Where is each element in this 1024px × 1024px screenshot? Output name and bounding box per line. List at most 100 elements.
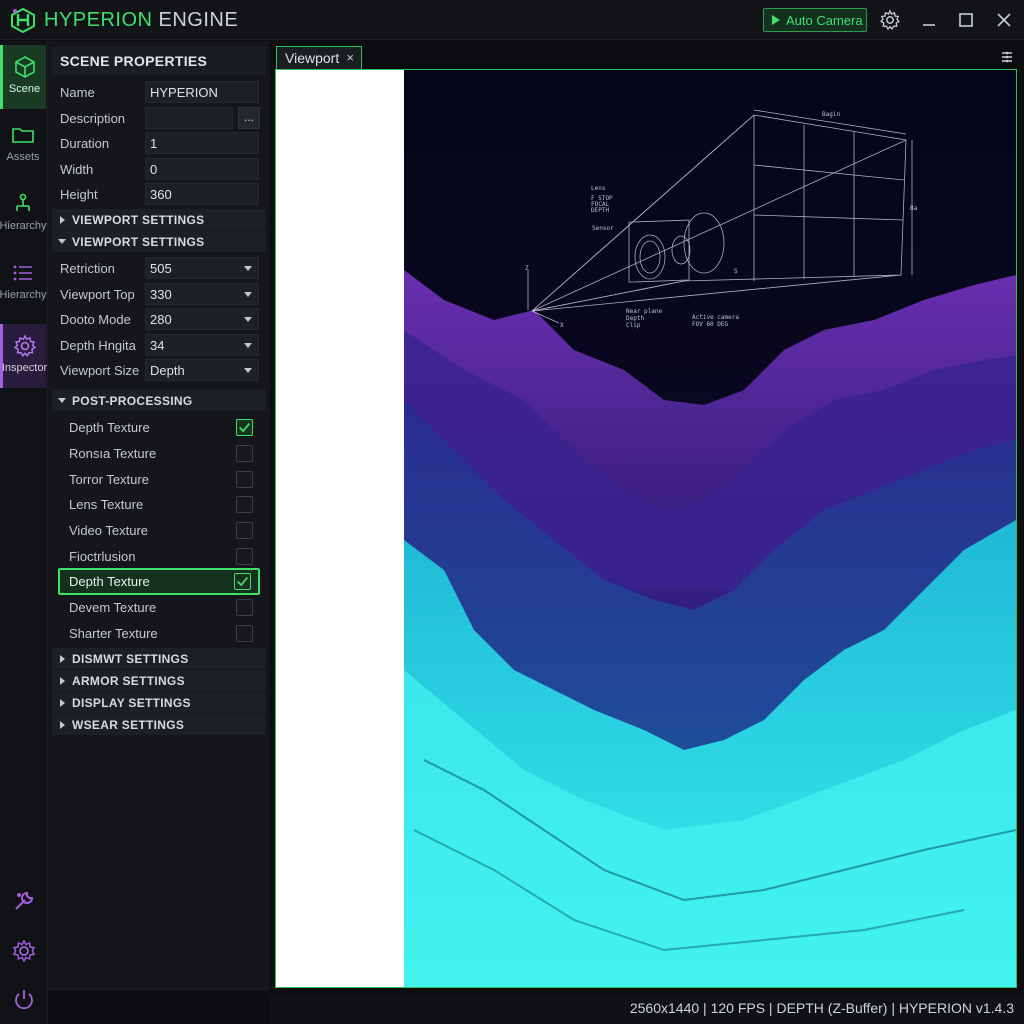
viewport-canvas[interactable]: Bagin Ba Lens F STOP FOCAL DEPTH Sensor … [275,69,1017,988]
play-icon [772,15,780,25]
prop-row-retriction: Retriction 505 [52,256,266,281]
title-bar: HYPERION ENGINE Auto Camera [0,0,1024,40]
tab-viewport[interactable]: Viewport × [276,46,362,69]
viewport-size-select[interactable]: Depth [145,359,259,381]
rail-item-hierarchy-list[interactable]: Hierarchy [0,251,47,315]
chevron-down-icon [244,368,252,373]
section-post-processing[interactable]: POST-PROCESSING [52,390,266,411]
duration-field[interactable]: 1 [145,132,259,154]
viewport-menu-icon[interactable] [1000,50,1014,64]
section-dismwt-settings[interactable]: DISMWT SETTINGS [52,648,266,669]
checkbox-row-ronsia-texture[interactable]: Ronsıa Texture [60,441,260,466]
rail-item-scene[interactable]: Scene [0,45,46,109]
icon-rail: Scene Assets Hierarchy Hierarchy Inspect… [0,41,48,1024]
power-icon[interactable] [11,987,37,1013]
viewport-top-select[interactable]: 330 [145,283,259,305]
checkbox-row-depth-texture[interactable]: Depth Texture [60,415,260,440]
app-title-accent: HYPERION [44,9,153,31]
prop-row-height: Height 360 [52,182,266,207]
checkbox-row-fioctrlusion[interactable]: Fioctrlusion [60,544,260,569]
minimize-icon[interactable] [918,9,940,31]
select-value: 330 [150,287,172,302]
depth-hngita-select[interactable]: 34 [145,334,259,356]
checkbox-row-torror-texture[interactable]: Torror Texture [60,467,260,492]
checkbox-label: Torror Texture [69,472,149,487]
diagram-axis-x: X [560,322,564,329]
list-icon [13,265,32,281]
section-wsear-settings[interactable]: WSEAR SETTINGS [52,714,266,735]
checkbox-checked[interactable] [236,419,253,436]
prop-row-depth-hngita: Depth Hngita 34 [52,333,266,358]
checkbox-unchecked[interactable] [236,599,253,616]
checkbox-row-video-texture[interactable]: Video Texture [60,518,260,543]
diagram-axis-z: Z [525,265,529,272]
description-field[interactable] [145,107,233,129]
chevron-right-icon [60,677,65,685]
rail-item-hierarchy[interactable]: Hierarchy [0,182,47,246]
dooto-mode-select[interactable]: 280 [145,308,259,330]
prop-label: Width [60,162,94,177]
wrench-icon[interactable] [11,888,37,914]
checkbox-row-depth-texture-selected[interactable]: Depth Texture [58,568,260,595]
checkbox-unchecked[interactable] [236,471,253,488]
scene-properties-panel: SCENE PROPERTIES Name HYPERION Descripti… [48,41,270,991]
diagram-near-line-2: Depth [626,315,644,322]
prop-row-description: Description ... [52,106,266,131]
height-field[interactable]: 360 [145,183,259,205]
prop-row-viewport-size: Viewport Size Depth [52,358,266,383]
checkbox-unchecked[interactable] [236,496,253,513]
section-viewport-settings-collapsed[interactable]: VIEWPORT SETTINGS [52,209,266,230]
chevron-down-icon [244,266,252,271]
rail-item-assets[interactable]: Assets [0,113,46,177]
prop-row-name: Name HYPERION [52,80,266,105]
select-value: 34 [150,338,165,353]
close-icon[interactable] [993,9,1015,31]
description-more-button[interactable]: ... [238,107,260,129]
prop-row-viewport-top: Viewport Top 330 [52,282,266,307]
section-title: VIEWPORT SETTINGS [72,213,205,227]
diagram-label-right: Ba [910,205,918,212]
prop-row-width: Width 0 [52,157,266,182]
prop-row-duration: Duration 1 [52,131,266,156]
settings-gear-icon[interactable] [879,9,901,31]
viewport-blank-area [276,70,404,987]
prop-label: Description [60,111,126,126]
diagram-near-line-1: Near plane [626,308,663,315]
retriction-select[interactable]: 505 [145,257,259,279]
checkbox-checked[interactable] [234,573,251,590]
prop-label: Duration [60,136,110,151]
rail-label-hierarchy-list: Hierarchy [0,289,47,301]
checkbox-unchecked[interactable] [236,548,253,565]
width-field[interactable]: 0 [145,158,259,180]
section-title: WSEAR SETTINGS [72,718,185,732]
name-field[interactable]: HYPERION [145,81,259,103]
rail-item-inspector[interactable]: Inspector [0,324,48,388]
prop-label: Retriction [60,261,115,276]
section-viewport-settings-expanded[interactable]: VIEWPORT SETTINGS [52,231,266,252]
prop-label: Viewport Size [60,363,140,378]
checkbox-row-devem-texture[interactable]: Devem Texture [60,595,260,620]
chevron-right-icon [60,721,65,729]
section-armor-settings[interactable]: ARMOR SETTINGS [52,670,266,691]
checkbox-label: Ronsıa Texture [69,446,157,461]
checkbox-row-lens-texture[interactable]: Lens Texture [60,492,260,517]
auto-camera-label: Auto Camera [786,12,863,28]
rail-label-inspector: Inspector [1,362,48,374]
checkbox-row-sharter-texture[interactable]: Sharter Texture [60,621,260,646]
gear-icon [13,334,36,358]
cube-icon [14,56,35,78]
prop-label: Dooto Mode [60,312,131,327]
auto-camera-button[interactable]: Auto Camera [763,8,867,32]
checkbox-label: Sharter Texture [69,626,158,641]
settings-icon[interactable] [11,938,37,964]
prop-label: Viewport Top [60,287,135,302]
checkbox-unchecked[interactable] [236,625,253,642]
checkbox-unchecked[interactable] [236,445,253,462]
select-value: 505 [150,261,172,276]
tab-close-icon[interactable]: × [346,50,354,65]
checkbox-unchecked[interactable] [236,522,253,539]
checkbox-label: Devem Texture [69,600,157,615]
maximize-icon[interactable] [955,9,977,31]
section-display-settings[interactable]: DISPLAY SETTINGS [52,692,266,713]
select-value: Depth [150,363,185,378]
